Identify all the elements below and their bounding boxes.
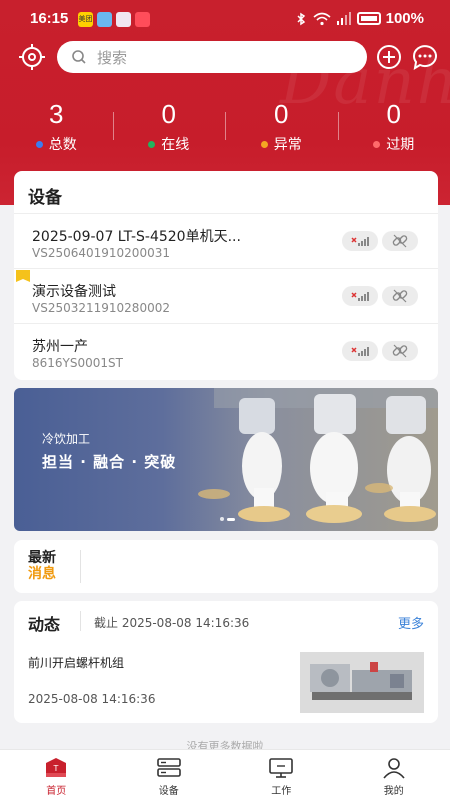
news-logo: 最新 消息 [28,550,56,582]
status-app-icons: 美团 [78,12,150,27]
activity-title: 动态 [28,615,61,634]
devices-card: 设备 2025-09-07 LT-S-4520单机天... VS25064019… [14,171,438,380]
stat-value: 0 [386,99,401,129]
tab-label: 我的 [383,786,404,797]
monitor-icon [269,758,294,778]
unlinked-icon [382,286,418,306]
news-logo-line1: 最新 [28,550,56,566]
activity-cutoff-time: 截止 2025-08-08 14:16:36 [94,616,250,630]
signal-offline-icon [342,341,378,361]
battery-icon [356,12,381,25]
stat-label: 总数 [48,137,77,153]
scan-target-icon[interactable] [17,42,47,72]
unlinked-icon [382,341,418,361]
wifi-icon [313,12,331,25]
tab-work[interactable]: 工作 [225,750,338,800]
tab-label: 工作 [271,786,292,797]
stat-value: 0 [274,99,289,129]
news-card[interactable]: 最新 消息 [14,540,438,593]
device-name: 2025-09-07 LT-S-4520单机天... [32,229,241,245]
status-dot [148,140,156,148]
app-icon [116,12,131,27]
signal-offline-icon [342,231,378,251]
stat-label: 过期 [386,137,415,153]
activity-thumbnail[interactable] [300,652,424,713]
stat-online[interactable]: 0 在线 [112,98,226,158]
status-dot [35,140,43,148]
device-stats: 3 总数 0 在线 0 异常 0 过期 [0,98,450,158]
tab-home[interactable]: T 首页 [0,750,113,800]
svg-text:T: T [53,764,59,773]
activity-item-time: 2025-08-08 14:16:36 [28,692,156,706]
unlinked-icon [382,231,418,251]
device-code: 8616YS0001ST [32,356,123,370]
stat-expired[interactable]: 0 过期 [337,98,450,158]
bottom-tab-bar: T 首页 设备 工作 我的 [0,749,450,800]
signal-offline-icon [342,286,378,306]
device-code: VS2506401910200031 [32,246,170,260]
status-dot [260,140,268,148]
app-icon [97,12,112,27]
banner-subtitle: 冷饮加工 [42,432,91,446]
device-row[interactable]: 2025-09-07 LT-S-4520单机天... VS25064019102… [14,213,438,268]
message-icon[interactable] [410,42,440,72]
status-bar: 16:15 美团 100% [0,0,450,40]
status-dot [373,140,381,148]
activity-item-title[interactable]: 前川开启螺杆机组 [28,654,124,671]
tab-label: 首页 [46,786,67,797]
top-bar: 搜索 [0,40,450,74]
battery-level: 100% [385,10,424,27]
status-time: 16:15 [30,10,69,27]
pinned-badge-icon [16,270,30,282]
device-server-icon [156,758,181,777]
music-app-icon [135,12,150,27]
divider [80,550,81,583]
promo-banner[interactable]: 冷饮加工 担当 · 融合 · 突破 [14,388,438,531]
device-code: VS2503211910280002 [32,301,170,315]
stat-total[interactable]: 3 总数 [0,98,113,158]
activity-card: 动态 截止 2025-08-08 14:16:36 更多 前川开启螺杆机组 20… [14,601,438,723]
tab-profile[interactable]: 我的 [338,750,450,800]
device-row[interactable]: 演示设备测试 VS2503211910280002 [14,268,438,323]
cellular-signal-icon [336,11,351,25]
device-row[interactable]: 苏州一产 8616YS0001ST [14,323,438,378]
stat-value: 3 [49,99,64,129]
more-link[interactable]: 更多 [398,613,424,632]
stat-label: 异常 [273,137,302,153]
divider [80,611,81,631]
tab-label: 设备 [158,786,179,797]
stat-abnormal[interactable]: 0 异常 [225,98,338,158]
user-icon [383,758,405,779]
bluetooth-icon [297,12,305,25]
banner-title: 担当 · 融合 · 突破 [42,453,177,471]
news-logo-line2: 消息 [28,566,56,582]
tab-devices[interactable]: 设备 [113,750,226,800]
add-icon[interactable] [374,42,404,72]
search-icon [72,50,86,64]
search-placeholder: 搜索 [97,48,128,67]
status-indicators: 100% [294,10,424,27]
search-input[interactable]: 搜索 [57,41,367,73]
device-name: 演示设备测试 [32,284,116,300]
devices-title: 设备 [28,188,62,208]
home-icon: T [46,758,67,777]
stat-value: 0 [161,99,176,129]
stat-label: 在线 [161,137,190,153]
device-name: 苏州一产 [32,339,88,355]
meituan-app-icon: 美团 [78,12,93,27]
